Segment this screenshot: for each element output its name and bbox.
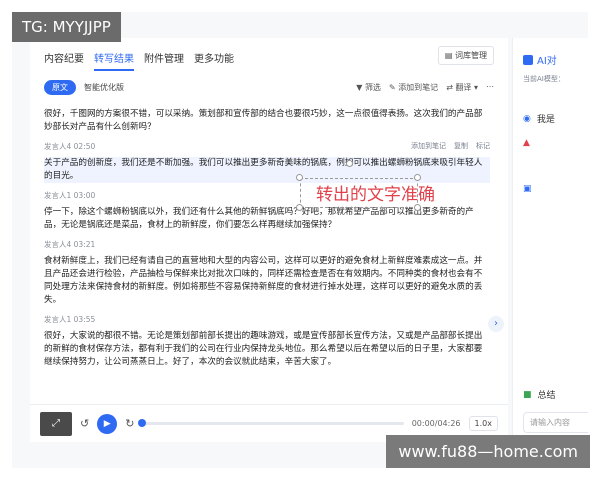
transcript-paragraph: 很好，千图网的方案很不错，可以采纳。策划部和宣传部的结合也要很巧妙，这一点很值得… — [44, 109, 483, 132]
ai-message: ◉ 我是 — [523, 113, 555, 126]
library-button[interactable]: ▤ 词库管理 — [437, 46, 494, 65]
more-icon[interactable]: ⋯ — [486, 82, 494, 93]
tab-attachments[interactable]: 附件管理 — [144, 50, 184, 71]
progress-handle[interactable] — [138, 419, 147, 427]
annotation-text: 转出的文字准确 — [316, 185, 435, 205]
ai-panel-title: AI对 — [523, 52, 557, 67]
rewind-icon[interactable]: ↺ — [80, 417, 89, 430]
copy-tool[interactable]: 复制 — [454, 140, 468, 153]
smart-toggle[interactable]: 智能优化版 — [76, 80, 132, 95]
tab-bar: 内容纪要 转写结果 附件管理 更多功能 — [44, 50, 234, 71]
resize-handle[interactable] — [414, 204, 421, 211]
forward-icon[interactable]: ↻ — [125, 417, 134, 430]
chat-icon: ▣ — [523, 184, 532, 194]
library-icon: ▤ — [444, 51, 455, 60]
resize-handle[interactable] — [296, 204, 303, 211]
transcript-paragraph: 食材新鲜度上，我们已经有请自己的直营地和大型的内容公司，这样可以更好的避免食材上… — [44, 256, 483, 305]
tab-transcript[interactable]: 转写结果 — [94, 50, 134, 71]
sub-actions: ▼ 筛选 ✎ 添加到笔记 ⇄ 翻译 ▾ ⋯ — [356, 82, 494, 93]
speaker-label: 发言人4 03:21 — [44, 240, 96, 249]
filter-icon: ▼ — [356, 82, 365, 92]
speaker-row: 发言人4 02:50 添加到笔记 复制 标记 — [44, 140, 490, 153]
ai-icon — [523, 54, 533, 65]
mark-tool[interactable]: 标记 — [476, 140, 490, 153]
ai-panel: AI对 当前AI模型： ◉ 我是 ▲ ▣ ■ 总结 请输入内容 — [512, 38, 588, 442]
speed-button[interactable]: 1.0x — [468, 416, 498, 431]
watermark-top: TG: MYYJJPP — [12, 12, 121, 42]
video-thumbnail[interactable]: ⤢ — [40, 411, 72, 436]
ai-input[interactable]: 请输入内容 — [523, 412, 588, 433]
bell-icon: ▲ — [523, 138, 530, 148]
speaker-label: 发言人4 02:50 — [44, 142, 96, 151]
transcript-paragraph: 停一下，除这个螺蛳粉锅底以外，我们还有什么其他的新鲜锅底吗？好吧，那就希望产品部… — [44, 207, 474, 230]
ai-item[interactable]: ▣ — [523, 184, 532, 194]
time-display: 00:00/04:26 — [411, 419, 461, 428]
play-icon: ▶ — [103, 418, 111, 429]
speaker-label: 发言人1 03:55 — [44, 315, 96, 324]
filter-button[interactable]: ▼ 筛选 — [356, 82, 381, 93]
resize-handle[interactable] — [414, 174, 421, 181]
translate-button[interactable]: ⇄ 翻译 ▾ — [446, 82, 478, 93]
ai-item[interactable]: ▲ — [523, 138, 530, 148]
summary-icon: ■ — [523, 389, 532, 400]
tab-more[interactable]: 更多功能 — [194, 50, 234, 71]
chevron-right-icon[interactable]: › — [488, 316, 504, 332]
watermark-bottom: www.fu88—home.com — [386, 435, 590, 468]
transcript-content: 很好，千图网的方案很不错，可以采纳。策划部和宣传部的结合也要很巧妙，这一点很值得… — [44, 108, 490, 408]
original-toggle[interactable]: 原文 — [44, 79, 76, 95]
progress-bar[interactable] — [138, 419, 404, 427]
sub-toolbar: 原文 智能优化版 ▼ 筛选 ✎ 添加到笔记 ⇄ 翻译 ▾ ⋯ — [44, 78, 494, 96]
ai-model-label: 当前AI模型： — [523, 75, 565, 83]
note-icon: ✎ — [388, 82, 399, 92]
ai-avatar-icon: ◉ — [523, 113, 531, 124]
expand-icon: ⤢ — [52, 418, 60, 429]
ai-summary-item[interactable]: ■ 总结 — [523, 388, 556, 402]
rotate-handle[interactable] — [346, 160, 353, 167]
add-note-tool[interactable]: 添加到笔记 — [411, 140, 446, 153]
paragraph-tools: 添加到笔记 复制 标记 — [411, 140, 490, 153]
add-note-button[interactable]: ✎ 添加到笔记 — [389, 82, 438, 93]
resize-handle[interactable] — [296, 174, 303, 181]
tab-summary[interactable]: 内容纪要 — [44, 50, 84, 71]
play-button[interactable]: ▶ — [97, 413, 118, 434]
main-panel: 内容纪要 转写结果 附件管理 更多功能 ▤ 词库管理 原文 智能优化版 ▼ 筛选… — [30, 38, 508, 442]
transcript-paragraph: 很好，大家说的都很不错。无论是策划部前部长提出的趣味游戏，或是宣传部部长宣传方法… — [44, 331, 483, 367]
